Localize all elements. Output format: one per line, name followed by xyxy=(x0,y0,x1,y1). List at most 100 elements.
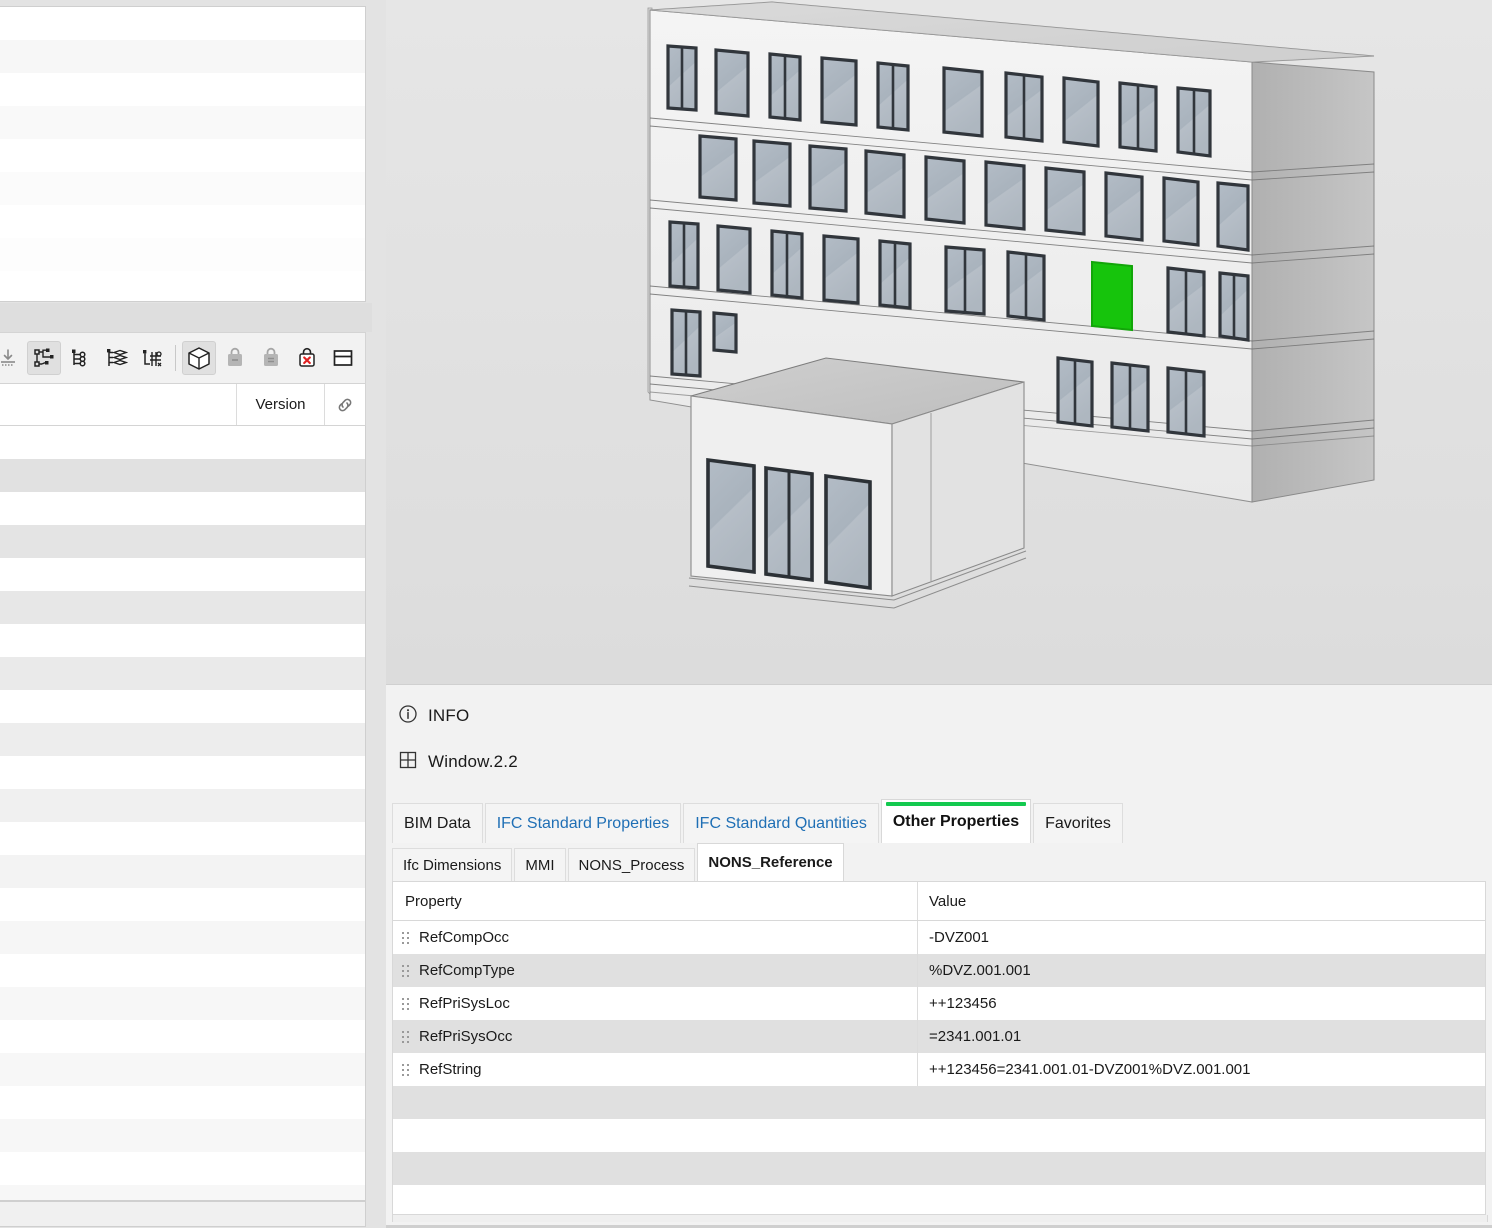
tree-row[interactable] xyxy=(0,7,365,40)
table-body: RefCompOcc -DVZ001 RefCompType %DVZ.001.001… xyxy=(393,921,1485,1185)
list-row[interactable] xyxy=(0,525,365,558)
window-grid-icon xyxy=(398,750,418,774)
drag-handle-icon[interactable] xyxy=(393,1029,419,1045)
table-empty-row[interactable] xyxy=(393,1119,1485,1152)
layers-icon[interactable] xyxy=(99,341,133,375)
drag-handle-icon[interactable] xyxy=(393,930,419,946)
table-cell-property[interactable]: RefCompType xyxy=(393,954,918,987)
info-header: INFO xyxy=(398,704,469,728)
3d-model-viewport[interactable] xyxy=(386,0,1492,684)
table-cell-value[interactable]: ++123456=2341.001.01-DVZ001%DVZ.001.001 xyxy=(918,1061,1485,1078)
table-cell-property[interactable]: RefPriSysLoc xyxy=(393,987,918,1020)
column-header-name[interactable] xyxy=(0,384,237,425)
list-row[interactable] xyxy=(0,822,365,855)
tree-row[interactable] xyxy=(0,106,365,139)
tab-ifc-standard-properties[interactable]: IFC Standard Properties xyxy=(484,803,682,843)
column-header-property[interactable]: Property xyxy=(393,882,918,920)
list-row[interactable] xyxy=(0,987,365,1020)
panel-layout-icon[interactable] xyxy=(326,341,360,375)
cube-3d-icon[interactable] xyxy=(182,341,216,375)
table-row[interactable]: RefCompOcc -DVZ001 xyxy=(393,921,1485,954)
list-row[interactable] xyxy=(0,1086,365,1119)
drag-handle-icon[interactable] xyxy=(393,963,419,979)
subtab-nons-process[interactable]: NONS_Process xyxy=(567,848,696,881)
list-row[interactable] xyxy=(0,756,365,789)
tree-column-header: Version xyxy=(0,384,366,426)
table-cell-property[interactable]: RefString xyxy=(393,1053,918,1086)
subtab-label: NONS_Reference xyxy=(708,854,833,871)
tab-other-properties[interactable]: Other Properties xyxy=(880,799,1032,843)
drag-handle-icon[interactable] xyxy=(393,1062,419,1078)
table-cell-property[interactable]: RefPriSysOcc xyxy=(393,1020,918,1053)
list-row[interactable] xyxy=(0,657,365,690)
list-row[interactable] xyxy=(0,459,365,492)
object-list-panel[interactable] xyxy=(0,426,366,1201)
tab-favorites[interactable]: Favorites xyxy=(1033,803,1123,843)
annex-building xyxy=(688,357,1027,609)
list-row[interactable] xyxy=(0,789,365,822)
import-icon[interactable] xyxy=(0,341,25,375)
tree-row[interactable] xyxy=(0,238,365,271)
table-cell-property[interactable]: RefCompOcc xyxy=(393,921,918,954)
bag-delete-icon[interactable] xyxy=(290,341,324,375)
tab-bim-data[interactable]: BIM Data xyxy=(392,803,483,843)
column-header-value[interactable]: Value xyxy=(918,882,1485,920)
list-row[interactable] xyxy=(0,855,365,888)
table-cell-value[interactable]: %DVZ.001.001 xyxy=(918,962,1485,979)
tab-label: BIM Data xyxy=(404,814,471,832)
list-row[interactable] xyxy=(0,1152,365,1185)
list-row[interactable] xyxy=(0,954,365,987)
drag-handle-icon[interactable] xyxy=(393,996,419,1012)
table-horizontal-scrollbar[interactable] xyxy=(392,1215,1488,1222)
property-name: RefString xyxy=(419,1061,482,1078)
model-tree-icon[interactable] xyxy=(27,341,61,375)
table-cell-value[interactable]: =2341.001.01 xyxy=(918,1028,1485,1045)
toolbar-separator xyxy=(175,345,176,371)
model-tree-panel[interactable] xyxy=(0,6,366,302)
tab-ifc-standard-quantities[interactable]: IFC Standard Quantities xyxy=(683,803,879,843)
tree-row[interactable] xyxy=(0,172,365,205)
structure-tree-icon[interactable] xyxy=(135,341,169,375)
tree-row[interactable] xyxy=(0,139,365,172)
building-model xyxy=(647,1,1375,609)
panel-splitter-horizontal[interactable] xyxy=(0,303,372,332)
list-row[interactable] xyxy=(0,492,365,525)
info-label: INFO xyxy=(428,706,470,725)
table-row[interactable]: RefCompType %DVZ.001.001 xyxy=(393,954,1485,987)
list-row[interactable] xyxy=(0,723,365,756)
list-row[interactable] xyxy=(0,1020,365,1053)
list-row[interactable] xyxy=(0,1185,365,1200)
tree-row[interactable] xyxy=(0,73,365,106)
list-row[interactable] xyxy=(0,1053,365,1086)
list-row[interactable] xyxy=(0,888,365,921)
list-row[interactable] xyxy=(0,690,365,723)
table-cell-value[interactable]: ++123456 xyxy=(918,995,1485,1012)
table-empty-row[interactable] xyxy=(393,1152,1485,1185)
tree-row[interactable] xyxy=(0,271,365,301)
main-vertical-splitter[interactable] xyxy=(372,0,386,1227)
table-cell-value[interactable]: -DVZ001 xyxy=(918,929,1485,946)
bag-lines-icon[interactable] xyxy=(254,341,288,375)
list-tree-icon[interactable] xyxy=(63,341,97,375)
list-row[interactable] xyxy=(0,426,365,459)
list-row[interactable] xyxy=(0,624,365,657)
subtab-label: Ifc Dimensions xyxy=(403,856,502,874)
bag-gray-icon[interactable] xyxy=(218,341,252,375)
list-row[interactable] xyxy=(0,558,365,591)
tree-row[interactable] xyxy=(0,40,365,73)
table-row[interactable]: RefPriSysOcc =2341.001.01 xyxy=(393,1020,1485,1053)
table-empty-row[interactable] xyxy=(393,1086,1485,1119)
table-row[interactable]: RefString ++123456=2341.001.01-DVZ001%DVZ… xyxy=(393,1053,1485,1086)
list-row[interactable] xyxy=(0,1119,365,1152)
list-row[interactable] xyxy=(0,591,365,624)
table-row[interactable]: RefPriSysLoc ++123456 xyxy=(393,987,1485,1020)
application-window: Version INFO Window.2.2 BIM Data IFC Sta… xyxy=(0,0,1492,1228)
properties-table[interactable]: Property Value RefCompOcc -DVZ001 RefCompT… xyxy=(392,881,1486,1215)
subtab-mmi[interactable]: MMI xyxy=(514,848,566,881)
column-header-version[interactable]: Version xyxy=(237,384,325,425)
tree-row[interactable] xyxy=(0,205,365,238)
subtab-nons-reference[interactable]: NONS_Reference xyxy=(697,843,844,881)
list-row[interactable] xyxy=(0,921,365,954)
link-icon[interactable] xyxy=(325,384,365,425)
subtab-ifc-dimensions[interactable]: Ifc Dimensions xyxy=(392,848,513,881)
